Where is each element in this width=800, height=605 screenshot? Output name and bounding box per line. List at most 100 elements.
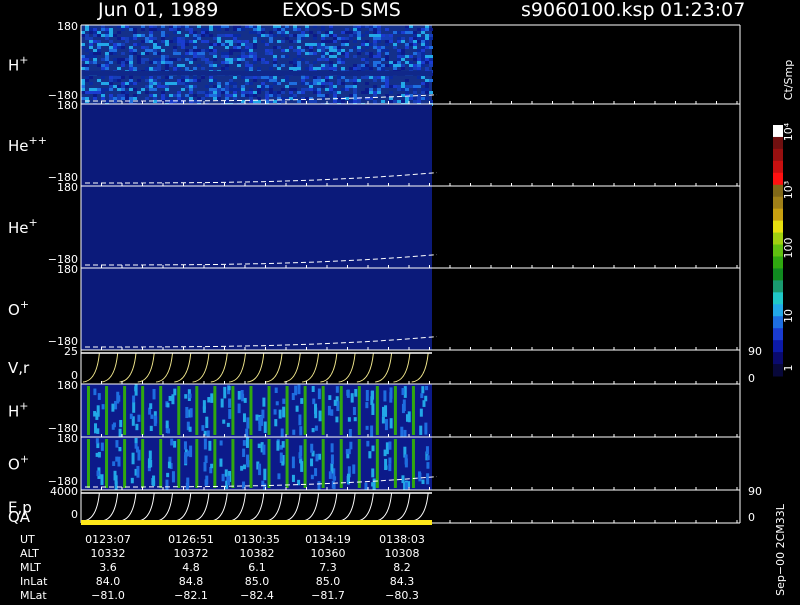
heatmap-cell bbox=[209, 28, 213, 31]
heatmap-cell bbox=[325, 58, 329, 61]
heatmap-cell bbox=[275, 401, 279, 406]
heatmap-cell bbox=[349, 85, 353, 88]
heatmap-cell bbox=[181, 40, 185, 43]
heatmap-cell bbox=[193, 31, 197, 34]
heatmap-cell bbox=[152, 480, 156, 487]
heatmap-cell bbox=[89, 46, 93, 49]
heatmap-cell bbox=[349, 100, 353, 103]
panel-label-sup: + bbox=[20, 453, 29, 466]
heatmap-cell bbox=[373, 100, 377, 103]
heatmap-cell bbox=[273, 82, 277, 85]
heatmap-cell bbox=[293, 67, 297, 70]
heatmap-cell bbox=[145, 85, 149, 88]
heatmap-cell bbox=[373, 40, 377, 43]
heatmap-cell bbox=[409, 64, 413, 67]
panel-6: O+180−180 bbox=[8, 432, 741, 494]
heatmap-cell bbox=[181, 97, 185, 100]
heatmap-cell bbox=[121, 43, 125, 46]
heatmap-cell bbox=[417, 97, 421, 100]
heatmap-cell bbox=[217, 43, 221, 46]
heatmap-cell bbox=[193, 79, 197, 82]
heatmap-cell bbox=[337, 46, 341, 49]
heatmap-cell bbox=[105, 43, 109, 46]
heatmap-cell bbox=[177, 58, 181, 61]
heatmap-cell bbox=[169, 82, 173, 85]
heatmap-cell bbox=[329, 28, 333, 31]
heatmap-cell bbox=[353, 34, 357, 37]
heatmap-cell bbox=[197, 34, 201, 37]
panel-4: 900V,r250 bbox=[8, 345, 762, 385]
heatmap-cell bbox=[165, 479, 169, 490]
heatmap-cell bbox=[245, 64, 249, 67]
heatmap-cell bbox=[297, 49, 301, 52]
heatmap-cell bbox=[381, 34, 385, 37]
heatmap-cell bbox=[97, 91, 101, 94]
heatmap-cell bbox=[421, 479, 425, 485]
heatmap-cell bbox=[429, 55, 433, 58]
heatmap-cell bbox=[257, 88, 261, 91]
heatmap-cell bbox=[341, 82, 345, 85]
heatmap-cell bbox=[153, 43, 157, 46]
heatmap-cell bbox=[93, 34, 97, 37]
heatmap-cell bbox=[169, 40, 173, 43]
heatmap-cell bbox=[121, 64, 125, 67]
heatmap-cell bbox=[221, 34, 225, 37]
heatmap-cell bbox=[421, 43, 425, 46]
heatmap-cell bbox=[385, 34, 389, 37]
heatmap-cell bbox=[157, 82, 161, 85]
heatmap-cell bbox=[257, 58, 261, 61]
heatmap-cell bbox=[197, 37, 201, 40]
heatmap-cell bbox=[273, 94, 277, 97]
panel-7: 900E,p40000 bbox=[8, 485, 762, 524]
heatmap-cell bbox=[149, 425, 153, 432]
heatmap-cell bbox=[149, 82, 153, 85]
heatmap-cell bbox=[425, 88, 429, 91]
heatmap-cell bbox=[221, 88, 225, 91]
heatmap-cell bbox=[353, 100, 357, 103]
heatmap-cell bbox=[213, 58, 217, 61]
heatmap-cell bbox=[333, 67, 337, 70]
heatmap-cell bbox=[297, 100, 301, 103]
heatmap-cell bbox=[157, 85, 161, 88]
heatmap-cell bbox=[209, 94, 213, 97]
heatmap-cell bbox=[249, 82, 253, 85]
heatmap-cell bbox=[205, 58, 209, 61]
heatmap-cell bbox=[325, 67, 329, 70]
heatmap-cell bbox=[389, 100, 393, 103]
heatmap-cell bbox=[245, 76, 249, 79]
heatmap-cell bbox=[141, 76, 145, 79]
y-tick-top: 180 bbox=[57, 432, 78, 445]
heatmap-cell bbox=[369, 88, 373, 91]
heatmap-cell bbox=[377, 76, 381, 79]
heatmap-cell bbox=[97, 52, 101, 55]
heatmap-cell bbox=[317, 82, 321, 85]
heatmap-cell bbox=[101, 404, 105, 410]
heatmap-cell bbox=[233, 37, 237, 40]
heatmap-cell bbox=[341, 52, 345, 55]
colorbar-swatch bbox=[773, 280, 783, 293]
ephem-cell: 10308 bbox=[385, 547, 420, 560]
heatmap-cell bbox=[289, 67, 293, 70]
heatmap-cell bbox=[310, 458, 314, 467]
heatmap-cell bbox=[193, 37, 197, 40]
colorbar-tick: 10⁴ bbox=[782, 122, 795, 141]
heatmap-cell bbox=[389, 97, 393, 100]
heatmap-cell bbox=[193, 49, 197, 52]
heatmap-cell bbox=[321, 49, 325, 52]
heatmap-cell bbox=[317, 43, 321, 46]
heatmap-cell bbox=[425, 34, 429, 37]
heatmap-cell bbox=[293, 34, 297, 37]
heatmap-cell bbox=[397, 40, 401, 43]
heatmap-cell bbox=[397, 55, 401, 58]
heatmap-cell bbox=[321, 85, 325, 88]
heatmap-cell bbox=[328, 471, 332, 479]
heatmap-cell bbox=[258, 463, 262, 476]
heatmap-cell bbox=[173, 46, 177, 49]
heatmap-cell bbox=[371, 468, 375, 478]
heatmap-cell bbox=[269, 85, 273, 88]
heatmap-cell bbox=[329, 49, 333, 52]
heatmap-cell bbox=[329, 64, 333, 67]
heatmap-cell bbox=[89, 91, 93, 94]
heatmap-cell bbox=[177, 67, 181, 70]
heatmap-cell bbox=[361, 67, 365, 70]
